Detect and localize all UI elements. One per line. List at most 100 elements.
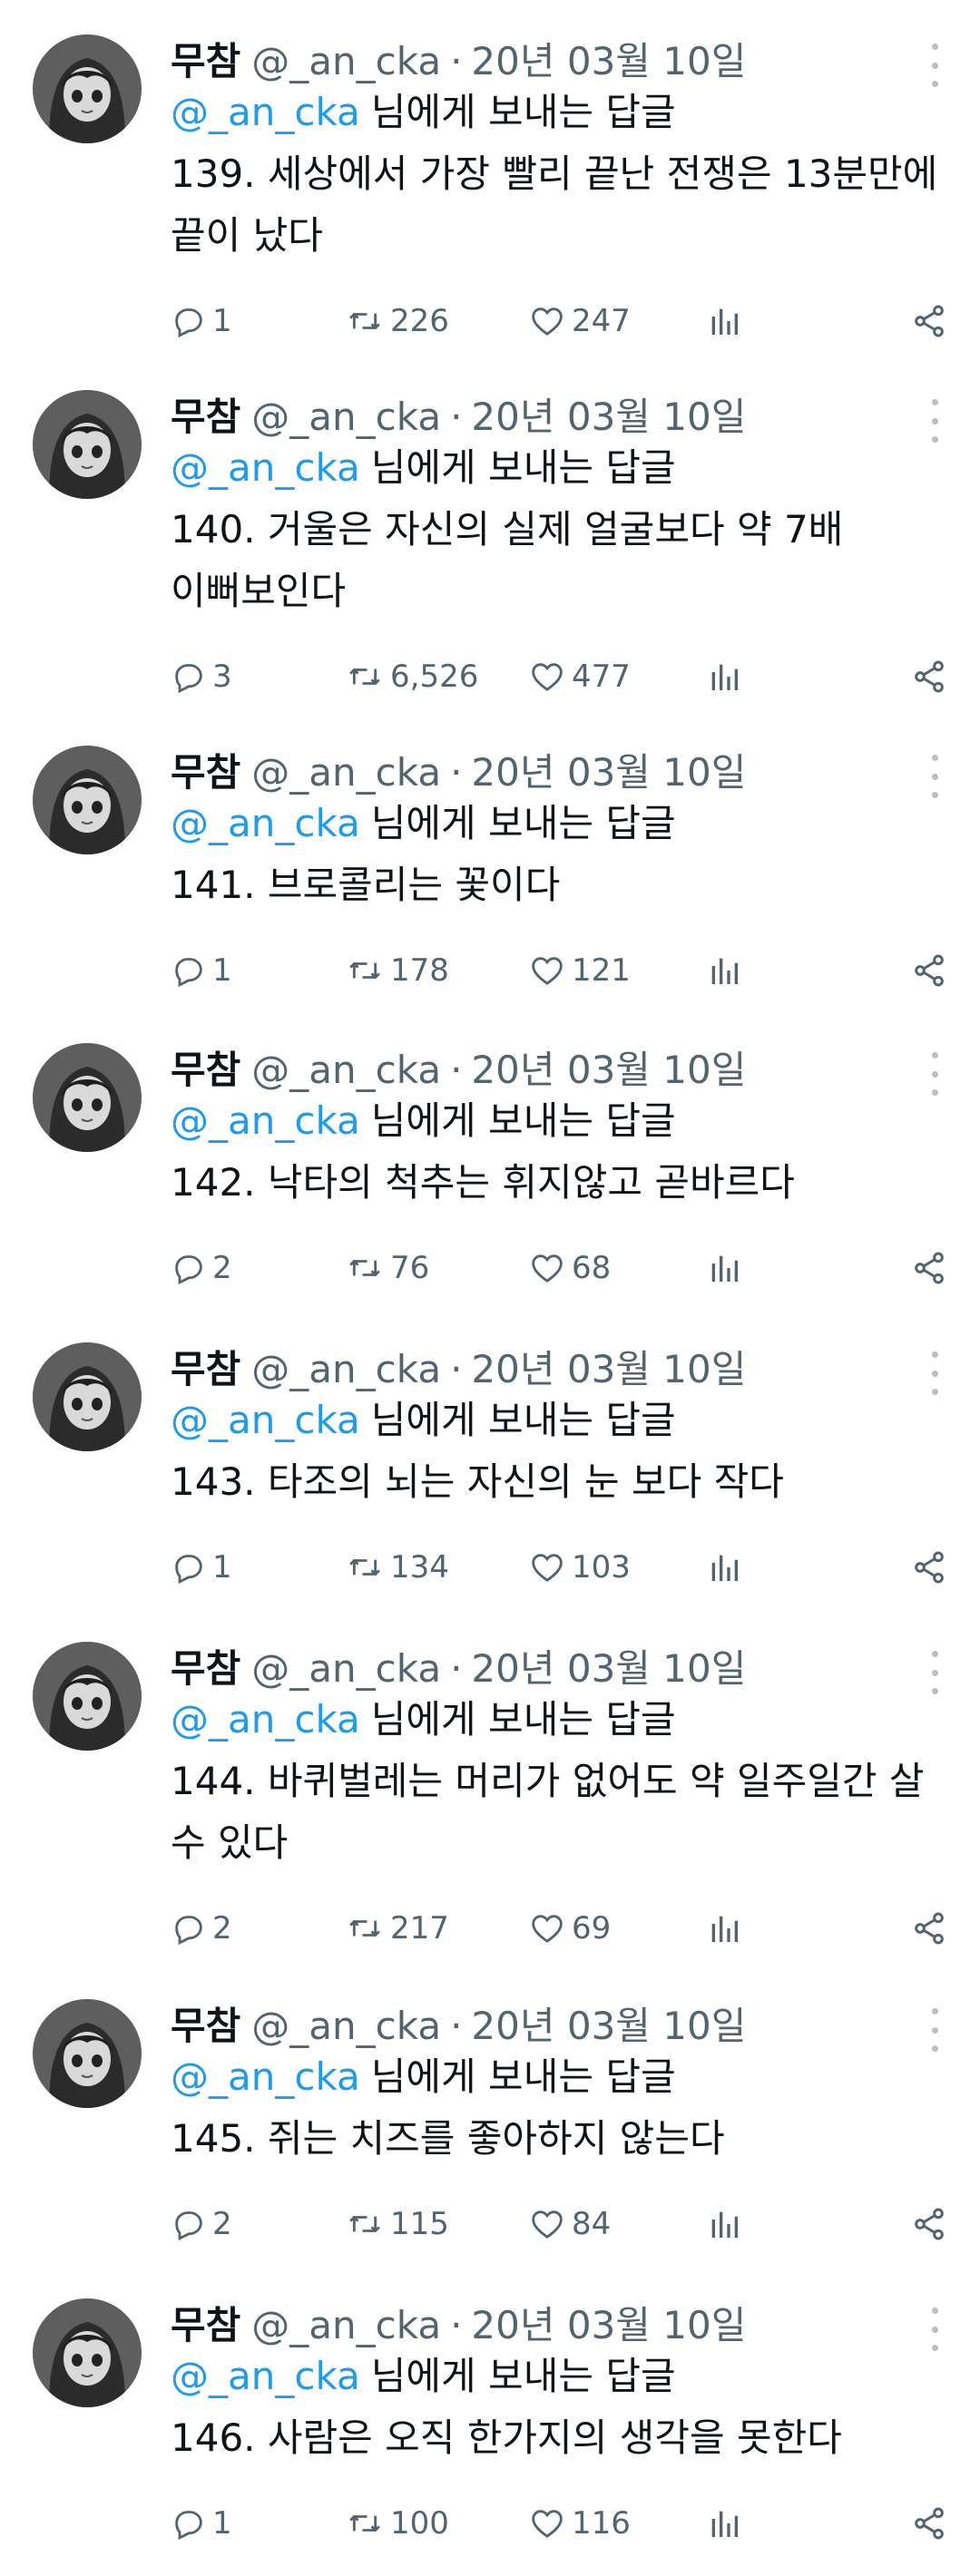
reply-button[interactable]: 2: [171, 1910, 345, 1947]
tweet-date[interactable]: 20년 03월 10일: [471, 31, 746, 86]
share-button[interactable]: [911, 2505, 947, 2542]
avatar[interactable]: [33, 1642, 142, 1751]
share-button[interactable]: [911, 2206, 947, 2242]
author-name[interactable]: 무참: [171, 2295, 240, 2350]
author-name[interactable]: 무참: [171, 1339, 240, 1394]
author-handle[interactable]: @_an_cka: [251, 2303, 441, 2347]
author-handle[interactable]: @_an_cka: [251, 395, 441, 439]
author-name[interactable]: 무참: [171, 386, 240, 442]
reply-mention-link[interactable]: @_an_cka: [171, 1697, 360, 1742]
avatar[interactable]: [33, 2298, 142, 2407]
retweet-button[interactable]: 226: [345, 303, 528, 339]
reply-button[interactable]: 2: [171, 2206, 345, 2242]
more-icon[interactable]: [926, 399, 944, 443]
tweet[interactable]: 무참 @_an_cka · 20년 03월 10일 @_an_cka 님에게 보내…: [0, 1312, 980, 1611]
tweet[interactable]: 무참 @_an_cka · 20년 03월 10일 @_an_cka 님에게 보내…: [0, 1968, 980, 2268]
share-button[interactable]: [911, 952, 947, 989]
reply-button[interactable]: 1: [171, 2505, 345, 2542]
retweet-button[interactable]: 134: [345, 1549, 528, 1586]
reply-mention-link[interactable]: @_an_cka: [171, 2054, 360, 2099]
reply-button[interactable]: 1: [171, 303, 345, 339]
reply-button[interactable]: 3: [171, 659, 345, 695]
like-button[interactable]: 121: [528, 952, 706, 989]
avatar[interactable]: [33, 390, 142, 499]
avatar[interactable]: [33, 34, 142, 143]
like-button[interactable]: 103: [528, 1549, 706, 1586]
tweet-date[interactable]: 20년 03월 10일: [471, 386, 746, 442]
avatar[interactable]: [33, 1043, 142, 1152]
reply-button[interactable]: 2: [171, 1250, 345, 1286]
author-handle[interactable]: @_an_cka: [251, 1646, 441, 1691]
like-button[interactable]: 116: [528, 2505, 706, 2542]
tweet[interactable]: 무참 @_an_cka · 20년 03월 10일 @_an_cka 님에게 보내…: [0, 356, 980, 715]
share-button[interactable]: [911, 1910, 947, 1947]
retweet-button[interactable]: 178: [345, 952, 528, 989]
views-button[interactable]: [706, 1250, 891, 1286]
retweet-button[interactable]: 6,526: [345, 659, 528, 695]
views-button[interactable]: [706, 2206, 891, 2242]
tweet-date[interactable]: 20년 03월 10일: [471, 1039, 746, 1095]
like-button[interactable]: 84: [528, 2206, 706, 2242]
tweet-date[interactable]: 20년 03월 10일: [471, 742, 746, 797]
views-button[interactable]: [706, 1910, 891, 1947]
avatar[interactable]: [33, 1342, 142, 1451]
author-handle[interactable]: @_an_cka: [251, 1347, 441, 1391]
tweet[interactable]: 무참 @_an_cka · 20년 03월 10일 @_an_cka 님에게 보내…: [0, 715, 980, 1012]
reply-button[interactable]: 1: [171, 1549, 345, 1586]
views-button[interactable]: [706, 1549, 891, 1586]
replying-to-label: 님에게 보내는 답글: [370, 801, 676, 845]
reply-mention-link[interactable]: @_an_cka: [171, 1398, 360, 1442]
replying-to-label: 님에게 보내는 답글: [370, 1697, 676, 1742]
views-button[interactable]: [706, 952, 891, 989]
reply-icon: [175, 958, 202, 988]
reply-mention-link[interactable]: @_an_cka: [171, 2354, 360, 2398]
tweet[interactable]: 무참 @_an_cka · 20년 03월 10일 @_an_cka 님에게 보내…: [0, 2268, 980, 2576]
views-button[interactable]: [706, 2505, 891, 2542]
more-icon[interactable]: [926, 1052, 944, 1096]
author-handle[interactable]: @_an_cka: [251, 39, 441, 83]
more-icon[interactable]: [926, 755, 944, 798]
author-name[interactable]: 무참: [171, 31, 240, 86]
more-icon[interactable]: [926, 44, 944, 87]
more-icon[interactable]: [926, 2008, 944, 2052]
avatar[interactable]: [33, 746, 142, 854]
reply-mention-link[interactable]: @_an_cka: [171, 445, 360, 490]
more-icon[interactable]: [926, 1351, 944, 1395]
views-icon: [711, 308, 738, 335]
like-button[interactable]: 68: [528, 1250, 706, 1286]
retweet-button[interactable]: 76: [345, 1250, 528, 1286]
retweet-button[interactable]: 100: [345, 2505, 528, 2542]
tweet-date[interactable]: 20년 03월 10일: [471, 1339, 746, 1394]
tweet[interactable]: 무참 @_an_cka · 20년 03월 10일 @_an_cka 님에게 보내…: [0, 1012, 980, 1312]
reply-mention-link[interactable]: @_an_cka: [171, 1098, 360, 1143]
share-button[interactable]: [911, 1250, 947, 1286]
reply-mention-link[interactable]: @_an_cka: [171, 801, 360, 845]
tweet[interactable]: 무참 @_an_cka · 20년 03월 10일 @_an_cka 님에게 보내…: [0, 0, 980, 356]
avatar[interactable]: [33, 1999, 142, 2108]
retweet-button[interactable]: 217: [345, 1910, 528, 1947]
reply-button[interactable]: 1: [171, 952, 345, 989]
like-button[interactable]: 69: [528, 1910, 706, 1947]
author-name[interactable]: 무참: [171, 742, 240, 797]
tweet[interactable]: 무참 @_an_cka · 20년 03월 10일 @_an_cka 님에게 보내…: [0, 1611, 980, 1968]
more-icon[interactable]: [926, 1651, 944, 1694]
like-button[interactable]: 477: [528, 659, 706, 695]
reply-mention-link[interactable]: @_an_cka: [171, 90, 360, 134]
share-button[interactable]: [911, 303, 947, 339]
views-button[interactable]: [706, 659, 891, 695]
tweet-date[interactable]: 20년 03월 10일: [471, 2295, 746, 2350]
like-button[interactable]: 247: [528, 303, 706, 339]
more-icon[interactable]: [926, 2308, 944, 2351]
share-button[interactable]: [911, 1549, 947, 1586]
tweet-date[interactable]: 20년 03월 10일: [471, 1638, 746, 1693]
author-name[interactable]: 무참: [171, 1638, 240, 1693]
author-name[interactable]: 무참: [171, 1995, 240, 2051]
author-handle[interactable]: @_an_cka: [251, 1048, 441, 1092]
retweet-button[interactable]: 115: [345, 2206, 528, 2242]
views-button[interactable]: [706, 303, 891, 339]
author-name[interactable]: 무참: [171, 1039, 240, 1095]
tweet-date[interactable]: 20년 03월 10일: [471, 1995, 746, 2051]
share-button[interactable]: [911, 659, 947, 695]
author-handle[interactable]: @_an_cka: [251, 2004, 441, 2048]
author-handle[interactable]: @_an_cka: [251, 750, 441, 795]
